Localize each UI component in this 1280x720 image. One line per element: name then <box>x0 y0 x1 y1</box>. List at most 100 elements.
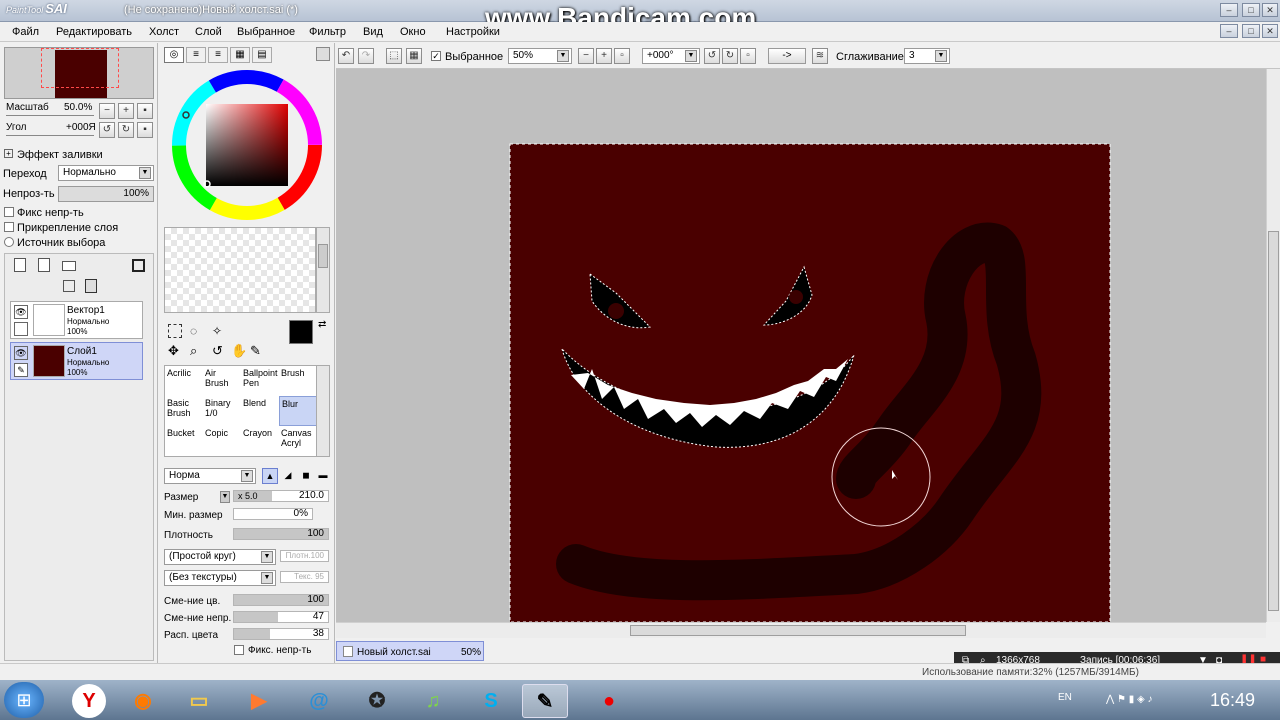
new-layer-icon[interactable] <box>14 258 26 272</box>
zoom-in-button[interactable]: + <box>118 103 134 119</box>
brush-crayon[interactable]: Crayon <box>241 426 279 456</box>
canvas-tab[interactable]: Новый холст.sai 50% <box>336 641 484 661</box>
min-size-slider[interactable]: 0% <box>233 508 313 520</box>
shape-strength-slider[interactable]: Плотн.100 <box>280 550 329 562</box>
canvas-horizontal-scrollbar[interactable] <box>336 622 1266 638</box>
rotate-tool-icon[interactable]: ↺ <box>212 343 223 359</box>
canvas-vertical-scrollbar[interactable] <box>1266 69 1280 622</box>
fix-opacity-checkbox[interactable] <box>4 207 14 217</box>
toolbar-rotate-reset-button[interactable]: ▫ <box>740 48 756 64</box>
menu-layer[interactable]: Слой <box>195 26 222 38</box>
new-folder-icon[interactable] <box>62 261 76 271</box>
rgb-slider-tab-icon[interactable]: ≡ <box>186 47 206 63</box>
panel-options-button[interactable] <box>316 47 330 61</box>
angle-select[interactable]: +000° ▼ <box>642 48 700 64</box>
pencil-icon[interactable]: ✎ <box>14 363 28 377</box>
brush-palette-scrollbar[interactable] <box>316 365 330 457</box>
menu-edit[interactable]: Редактировать <box>56 26 132 38</box>
brush-acrilic[interactable]: Acrilic <box>165 366 203 396</box>
layer-item[interactable]: 👁 ✎ Слой1 Нормально 100% <box>10 342 143 380</box>
menu-filter[interactable]: Фильтр <box>309 26 346 38</box>
clear-layer-icon[interactable] <box>63 280 75 292</box>
doc-restore-button[interactable]: □ <box>1242 24 1260 38</box>
swatches-tab-icon[interactable]: ▦ <box>230 47 250 63</box>
brush-binary[interactable]: Binary 1/0 <box>203 396 241 426</box>
edge-hard-icon[interactable]: ▲ <box>262 468 278 484</box>
density-slider[interactable]: 100 <box>233 528 329 540</box>
music-icon[interactable]: ♫ <box>410 684 456 718</box>
brush-canvas-acryl[interactable]: Canvas Acryl <box>279 426 317 456</box>
menu-window[interactable]: Окно <box>400 26 426 38</box>
brush-blend[interactable]: Blend <box>241 396 279 426</box>
lasso-icon[interactable]: ◌ <box>190 324 197 338</box>
eyedropper-icon[interactable]: ✎ <box>250 343 261 359</box>
firefox-icon[interactable]: ◉ <box>120 684 166 718</box>
layer-item[interactable]: 👁 Вектор1 Нормально 100% <box>10 301 143 339</box>
smoothing-select[interactable]: 3 ▼ <box>904 48 950 64</box>
scratch-pad[interactable] <box>164 227 316 313</box>
texture-select[interactable]: (Без текстуры) ▼ <box>164 570 276 586</box>
toolbar-zoom-in-button[interactable]: + <box>596 48 612 64</box>
paint-tool-sai-taskbar-icon[interactable]: ✎ <box>522 684 568 718</box>
mask-icon[interactable] <box>132 259 145 272</box>
zoom-slider[interactable] <box>6 115 94 116</box>
menu-file[interactable]: Файл <box>12 26 39 38</box>
toolbar-zoom-out-button[interactable]: − <box>578 48 594 64</box>
angle-value[interactable]: +000Я <box>66 122 96 133</box>
brush-shape-select[interactable]: (Простой круг) ▼ <box>164 549 276 565</box>
eye-icon[interactable]: 👁 <box>14 346 28 360</box>
new-vector-layer-icon[interactable] <box>38 258 50 272</box>
expand-icon[interactable]: + <box>4 149 13 158</box>
menu-settings[interactable]: Настройки <box>446 26 500 38</box>
brush-mode-select[interactable]: Норма ▼ <box>164 468 256 484</box>
rotate-right-button[interactable]: ↻ <box>118 122 134 138</box>
rotate-reset-button[interactable]: ▪ <box>137 122 153 138</box>
primary-color-swatch[interactable] <box>289 320 313 344</box>
size-dropdown[interactable]: ▼ <box>220 491 230 503</box>
edge-soft-icon[interactable]: ◢ <box>280 468 296 484</box>
navigator-preview[interactable] <box>4 47 154 99</box>
menu-selection[interactable]: Выбранное <box>237 26 295 38</box>
swap-colors-icon[interactable]: ⇄ <box>318 319 326 330</box>
brush-bucket[interactable]: Bucket <box>165 426 203 456</box>
brush-blur[interactable]: Blur <box>279 396 317 426</box>
flip-button[interactable]: -> <box>768 48 806 64</box>
drawing-canvas[interactable] <box>336 69 1266 622</box>
select-rect-icon[interactable] <box>168 324 182 338</box>
layer-lock-box[interactable] <box>14 322 28 336</box>
scratchpad-tab-icon[interactable]: ▤ <box>252 47 272 63</box>
toolbar-zoom-reset-button[interactable]: ▫ <box>614 48 630 64</box>
toolbar-rotate-left-button[interactable]: ↺ <box>704 48 720 64</box>
brush-basic-brush[interactable]: Basic Brush <box>165 396 203 426</box>
hand-icon[interactable]: ✋ <box>231 343 247 359</box>
maximize-button[interactable]: □ <box>1242 3 1260 17</box>
opacity-slider[interactable]: 100% <box>58 186 154 202</box>
skype-icon[interactable]: S <box>468 684 514 718</box>
move-icon[interactable]: ✥ <box>168 343 179 359</box>
yandex-browser-icon[interactable]: Y <box>72 684 106 718</box>
magic-wand-icon[interactable]: ✧ <box>212 324 222 338</box>
hsv-slider-tab-icon[interactable]: ≡ <box>208 47 228 63</box>
minimize-button[interactable]: – <box>1220 3 1238 17</box>
zoom-reset-button[interactable]: ▪ <box>137 103 153 119</box>
menu-canvas[interactable]: Холст <box>149 26 179 38</box>
scratch-pad-scrollbar[interactable] <box>316 227 330 313</box>
toolbar-rotate-right-button[interactable]: ↻ <box>722 48 738 64</box>
blend-density-slider[interactable]: 47 <box>233 611 329 623</box>
delete-layer-icon[interactable] <box>85 279 97 293</box>
blend-mode-select[interactable]: Нормально ▼ <box>58 165 154 181</box>
tray-icons[interactable]: ⋀ ⚑ ▮ ◈ ♪ <box>1106 694 1152 705</box>
canvas-viewport[interactable] <box>336 69 1266 622</box>
show-selection-checkbox[interactable]: ✓ <box>431 51 441 61</box>
texture-strength-slider[interactable]: Текс. 95 <box>280 571 329 583</box>
media-player-icon[interactable]: ▶ <box>236 684 282 718</box>
fix-opacity-brush-checkbox[interactable] <box>234 645 244 655</box>
eye-icon[interactable]: 👁 <box>14 305 28 319</box>
brush-air-brush[interactable]: Air Brush <box>203 366 241 396</box>
mail-icon[interactable]: @ <box>296 684 342 718</box>
clip-layer-checkbox[interactable] <box>4 222 14 232</box>
start-button[interactable]: ⊞ <box>4 682 44 718</box>
zoom-value[interactable]: 50.0% <box>64 102 92 113</box>
menu-view[interactable]: Вид <box>363 26 383 38</box>
selection-source-radio[interactable] <box>4 237 14 247</box>
